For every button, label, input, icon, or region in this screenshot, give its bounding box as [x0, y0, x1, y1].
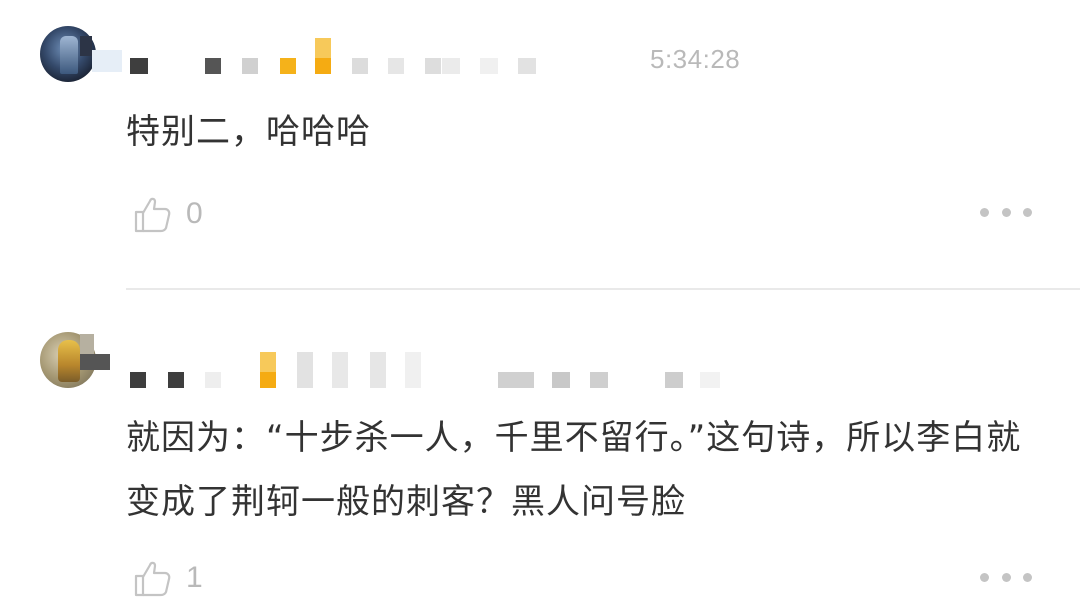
more-dot: [1023, 572, 1032, 582]
username-pixelated[interactable]: [80, 334, 740, 388]
more-dots-icon: [980, 572, 989, 582]
thumbs-up-icon: [134, 561, 171, 597]
like-button[interactable]: 1: [132, 556, 203, 600]
like-count: 1: [186, 561, 203, 594]
more-options-button[interactable]: [980, 567, 1032, 587]
comment-text: 就因为：“十步杀一人，千里不留行。”这句诗，所以李白就变成了荆轲一般的刺客？黑人…: [126, 418, 1022, 522]
more-dot: [1001, 572, 1011, 582]
comment-item-2: 就因为：“十步杀一人，千里不留行。”这句诗，所以李白就变成了荆轲一般的刺客？黑人…: [0, 0, 1080, 606]
